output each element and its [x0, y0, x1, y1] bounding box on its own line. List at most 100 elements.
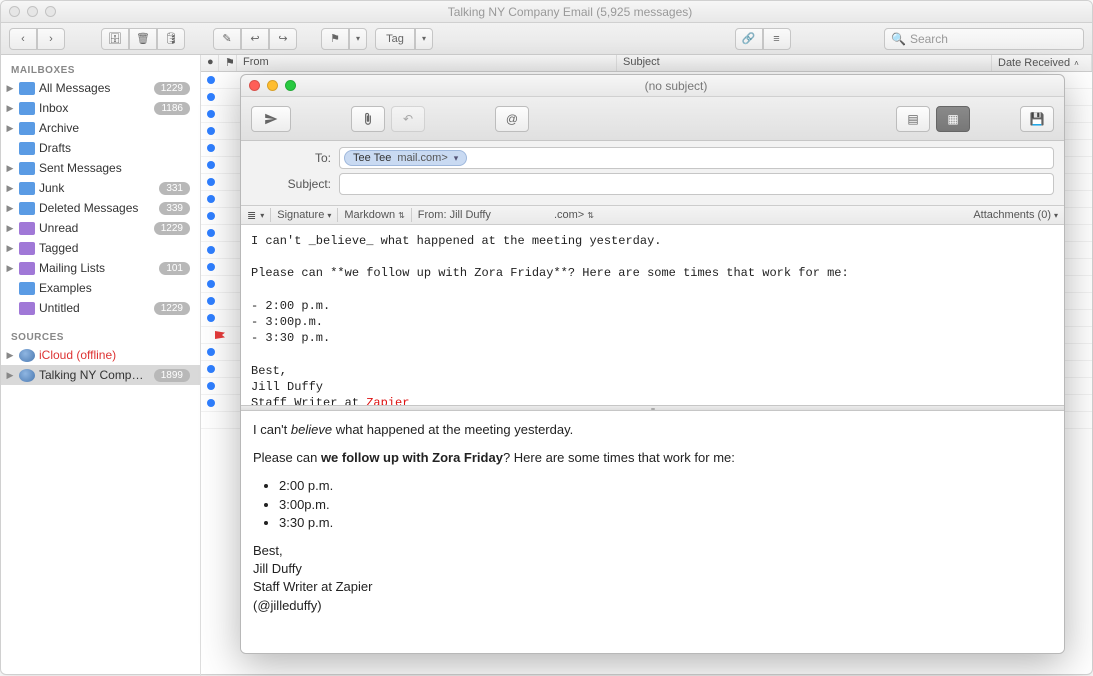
unread-dot-icon: [207, 212, 215, 220]
save-draft-button[interactable]: 💾: [1020, 106, 1054, 132]
junk-button[interactable]: 🛢: [157, 28, 185, 50]
unread-dot-icon: [207, 161, 215, 169]
unread-dot-icon: [207, 76, 215, 84]
send-button[interactable]: [251, 106, 291, 132]
search-icon: 🔍: [891, 32, 906, 46]
source-talking-ny[interactable]: ▶Talking NY Company…1899: [1, 365, 200, 385]
unread-dot-icon: [207, 144, 215, 152]
unread-dot-icon: [207, 110, 215, 118]
sort-icon: ˄: [1074, 59, 1079, 68]
at-button[interactable]: @: [495, 106, 529, 132]
recipient-domain: mail.com>: [397, 152, 447, 164]
sidebar-item-unread[interactable]: ▶Unread1229: [1, 218, 200, 238]
thread-button[interactable]: ≡: [763, 28, 791, 50]
sidebar-header-sources: SOURCES: [1, 328, 200, 345]
sidebar-item-inbox[interactable]: ▶Inbox1186: [1, 98, 200, 118]
unread-dot-icon: [207, 195, 215, 203]
main-title: Talking NY Company Email (5,925 messages…: [56, 5, 1084, 19]
sidebar-item-junk[interactable]: ▶Junk331: [1, 178, 200, 198]
undo-button[interactable]: ↶: [391, 106, 425, 132]
chevron-down-icon: ▾: [454, 153, 459, 164]
layout-right-button[interactable]: ▦: [936, 106, 970, 132]
sidebar-item-drafts[interactable]: Drafts: [1, 138, 200, 158]
message-list-header: ● ⚑ From Subject Date Received˄: [201, 55, 1092, 72]
to-label: To:: [251, 151, 339, 165]
col-from[interactable]: From: [237, 55, 617, 71]
sidebar-item-examples[interactable]: Examples: [1, 278, 200, 298]
flag-button[interactable]: ⚑: [321, 28, 349, 50]
sidebar-item-tagged[interactable]: ▶Tagged: [1, 238, 200, 258]
sidebar-header-mailboxes: MAILBOXES: [1, 61, 200, 78]
list-icon[interactable]: ≣: [247, 209, 256, 222]
zoom-icon[interactable]: [285, 80, 296, 91]
archive-button[interactable]: 🗄: [101, 28, 129, 50]
flag-menu-button[interactable]: ▾: [349, 28, 367, 50]
layout-left-button[interactable]: ▤: [896, 106, 930, 132]
reply-button[interactable]: ↩: [241, 28, 269, 50]
close-icon[interactable]: [9, 6, 20, 17]
split-handle[interactable]: [241, 405, 1064, 411]
sidebar-item-sent[interactable]: ▶Sent Messages: [1, 158, 200, 178]
forward-button[interactable]: ›: [37, 28, 65, 50]
col-date[interactable]: Date Received˄: [992, 55, 1092, 71]
search-container: 🔍 Search: [799, 28, 1085, 50]
close-icon[interactable]: [249, 80, 260, 91]
attachments-dropdown[interactable]: Attachments (0)▾: [973, 209, 1058, 221]
unread-dot-icon: [207, 348, 215, 356]
signature-dropdown[interactable]: Signature▾: [277, 209, 331, 221]
unread-dot-icon: [207, 382, 215, 390]
to-field[interactable]: Tee Tee mail.com> ▾: [339, 147, 1054, 169]
search-placeholder: Search: [910, 32, 948, 46]
compose-title: (no subject): [296, 79, 1056, 93]
unread-dot-icon: [207, 127, 215, 135]
sidebar-item-untitled[interactable]: Untitled1229: [1, 298, 200, 318]
trash-button[interactable]: 🗑: [129, 28, 157, 50]
source-icloud[interactable]: ▶iCloud (offline): [1, 345, 200, 365]
col-unread-icon[interactable]: ●: [201, 55, 219, 71]
attach-button[interactable]: [351, 106, 385, 132]
sidebar-item-deleted[interactable]: ▶Deleted Messages339: [1, 198, 200, 218]
unread-dot-icon: [207, 365, 215, 373]
unread-dot-icon: [207, 178, 215, 186]
back-button[interactable]: ‹: [9, 28, 37, 50]
paper-plane-icon: [262, 112, 280, 126]
compose-editor[interactable]: I can't _believe_ what happened at the m…: [241, 225, 1064, 405]
unread-dot-icon: [207, 93, 215, 101]
link-button[interactable]: 🔗: [735, 28, 763, 50]
col-flag-icon[interactable]: ⚑: [219, 55, 237, 71]
unread-dot-icon: [207, 314, 215, 322]
zoom-icon[interactable]: [45, 6, 56, 17]
subject-field[interactable]: [339, 173, 1054, 195]
col-subject[interactable]: Subject: [617, 55, 992, 71]
minimize-icon[interactable]: [27, 6, 38, 17]
tag-menu-button[interactable]: ▾: [415, 28, 433, 50]
search-input[interactable]: 🔍 Search: [884, 28, 1084, 50]
unread-dot-icon: [207, 246, 215, 254]
paperclip-icon: [361, 111, 375, 127]
compose-preview: I can't believe what happened at the mee…: [241, 411, 1064, 653]
list-item: 3:00p.m.: [279, 496, 1052, 514]
recipient-chip[interactable]: Tee Tee mail.com> ▾: [344, 150, 467, 166]
forward-msg-button[interactable]: ↪: [269, 28, 297, 50]
compose-traffic-lights: [249, 80, 296, 91]
compose-options-bar: ≣▾ Signature▾ Markdown⇅ From: Jill Duffy…: [241, 205, 1064, 225]
unread-dot-icon: [207, 229, 215, 237]
sidebar-item-archive[interactable]: ▶Archive: [1, 118, 200, 138]
from-dropdown[interactable]: From: Jill Duffy.com>⇅: [418, 209, 594, 221]
main-traffic-lights: [9, 6, 56, 17]
compose-button[interactable]: ✎: [213, 28, 241, 50]
minimize-icon[interactable]: [267, 80, 278, 91]
unread-dot-icon: [207, 297, 215, 305]
compose-window: (no subject) ↶ @ ▤ ▦ 💾 To: Tee Tee: [240, 74, 1065, 654]
main-titlebar: Talking NY Company Email (5,925 messages…: [1, 1, 1092, 23]
nav-group: ‹ ›: [9, 28, 65, 50]
unread-dot-icon: [207, 399, 215, 407]
compose-body: I can't _believe_ what happened at the m…: [241, 225, 1064, 653]
tag-button[interactable]: Tag: [375, 28, 415, 50]
subject-label: Subject:: [251, 177, 339, 191]
sidebar-item-all-messages[interactable]: ▶All Messages1229: [1, 78, 200, 98]
unread-dot-icon: [207, 280, 215, 288]
list-item: 2:00 p.m.: [279, 477, 1052, 495]
markdown-dropdown[interactable]: Markdown⇅: [344, 209, 404, 221]
sidebar-item-mailing-lists[interactable]: ▶Mailing Lists101: [1, 258, 200, 278]
